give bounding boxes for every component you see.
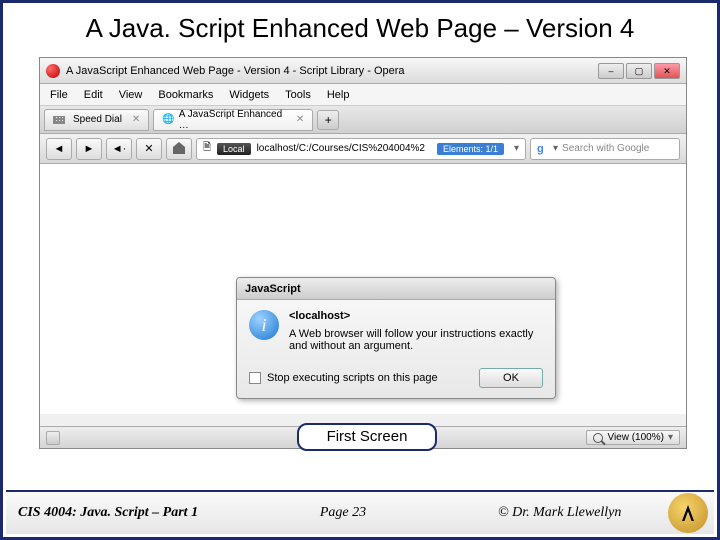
security-icon: 🗎 bbox=[203, 140, 211, 157]
slide-frame: A Java. Script Enhanced Web Page – Versi… bbox=[0, 0, 720, 540]
footer-copyright: © Dr. Mark Llewellyn bbox=[451, 505, 668, 521]
tab-label: A JavaScript Enhanced … bbox=[179, 109, 286, 131]
opera-icon bbox=[46, 64, 60, 78]
google-icon bbox=[537, 143, 549, 155]
javascript-alert-dialog: JavaScript i <localhost> A Web browser w… bbox=[236, 277, 556, 399]
dropdown-icon[interactable]: ▾ bbox=[553, 143, 558, 154]
ucf-logo-icon bbox=[668, 493, 708, 533]
reload-button[interactable]: ✕ bbox=[136, 138, 162, 160]
dropdown-icon[interactable]: ▾ bbox=[668, 432, 673, 443]
maximize-button[interactable]: ▢ bbox=[626, 63, 652, 79]
panel-toggle-button[interactable] bbox=[46, 431, 60, 445]
tab-active-page[interactable]: 🌐 A JavaScript Enhanced … ✕ bbox=[153, 109, 313, 131]
info-icon: i bbox=[249, 310, 279, 340]
footer-page: Page 23 bbox=[235, 505, 452, 521]
menu-help[interactable]: Help bbox=[327, 89, 350, 101]
local-badge: Local bbox=[217, 143, 251, 155]
magnifier-icon bbox=[593, 433, 603, 443]
ok-button[interactable]: OK bbox=[479, 368, 543, 388]
menu-tools[interactable]: Tools bbox=[285, 89, 311, 101]
tab-bar: Speed Dial ✕ 🌐 A JavaScript Enhanced … ✕… bbox=[40, 106, 686, 134]
close-tab-icon[interactable]: ✕ bbox=[296, 114, 304, 125]
close-button[interactable]: ✕ bbox=[654, 63, 680, 79]
address-url: localhost/C:/Courses/CIS%204004%2 bbox=[257, 143, 425, 154]
menu-bookmarks[interactable]: Bookmarks bbox=[158, 89, 213, 101]
back-button[interactable]: ◄ bbox=[46, 138, 72, 160]
rewind-button[interactable]: ◄· bbox=[106, 138, 132, 160]
footer-course: CIS 4004: Java. Script – Part 1 bbox=[6, 505, 235, 521]
tab-speed-dial[interactable]: Speed Dial ✕ bbox=[44, 109, 149, 131]
search-placeholder: Search with Google bbox=[562, 143, 649, 154]
elements-badge: Elements: 1/1 bbox=[437, 143, 504, 155]
callout-label: First Screen bbox=[297, 423, 437, 451]
stop-scripts-checkbox[interactable] bbox=[249, 372, 261, 384]
dropdown-icon[interactable]: ▾ bbox=[514, 143, 519, 154]
speed-dial-icon bbox=[53, 116, 65, 124]
search-input[interactable]: ▾ Search with Google bbox=[530, 138, 680, 160]
slide-footer: CIS 4004: Java. Script – Part 1 Page 23 … bbox=[6, 490, 714, 534]
menu-view[interactable]: View bbox=[119, 89, 143, 101]
dialog-message: A Web browser will follow your instructi… bbox=[289, 328, 543, 352]
titlebar: A JavaScript Enhanced Web Page - Version… bbox=[40, 58, 686, 84]
window-title: A JavaScript Enhanced Web Page - Version… bbox=[66, 65, 405, 77]
menu-widgets[interactable]: Widgets bbox=[229, 89, 269, 101]
menu-edit[interactable]: Edit bbox=[84, 89, 103, 101]
close-tab-icon[interactable]: ✕ bbox=[132, 114, 140, 125]
dialog-title: JavaScript bbox=[237, 278, 555, 300]
toolbar: ◄ ► ◄· ✕ 🗎 Local localhost/C:/Courses/CI… bbox=[40, 134, 686, 164]
menu-file[interactable]: File bbox=[50, 89, 68, 101]
minimize-button[interactable]: – bbox=[598, 63, 624, 79]
slide-title: A Java. Script Enhanced Web Page – Versi… bbox=[3, 3, 717, 50]
new-tab-button[interactable]: + bbox=[317, 110, 339, 130]
home-icon bbox=[173, 144, 185, 154]
zoom-control[interactable]: View (100%) ▾ bbox=[586, 430, 680, 445]
address-bar[interactable]: 🗎 Local localhost/C:/Courses/CIS%204004%… bbox=[196, 138, 526, 160]
zoom-label: View (100%) bbox=[607, 432, 664, 443]
menubar: File Edit View Bookmarks Widgets Tools H… bbox=[40, 84, 686, 106]
forward-button[interactable]: ► bbox=[76, 138, 102, 160]
page-icon: 🌐 bbox=[162, 114, 174, 125]
tab-label: Speed Dial bbox=[73, 114, 122, 125]
home-button[interactable] bbox=[166, 138, 192, 160]
browser-window: A JavaScript Enhanced Web Page - Version… bbox=[39, 57, 687, 449]
dialog-host: <localhost> bbox=[289, 310, 543, 322]
checkbox-label: Stop executing scripts on this page bbox=[267, 372, 438, 384]
